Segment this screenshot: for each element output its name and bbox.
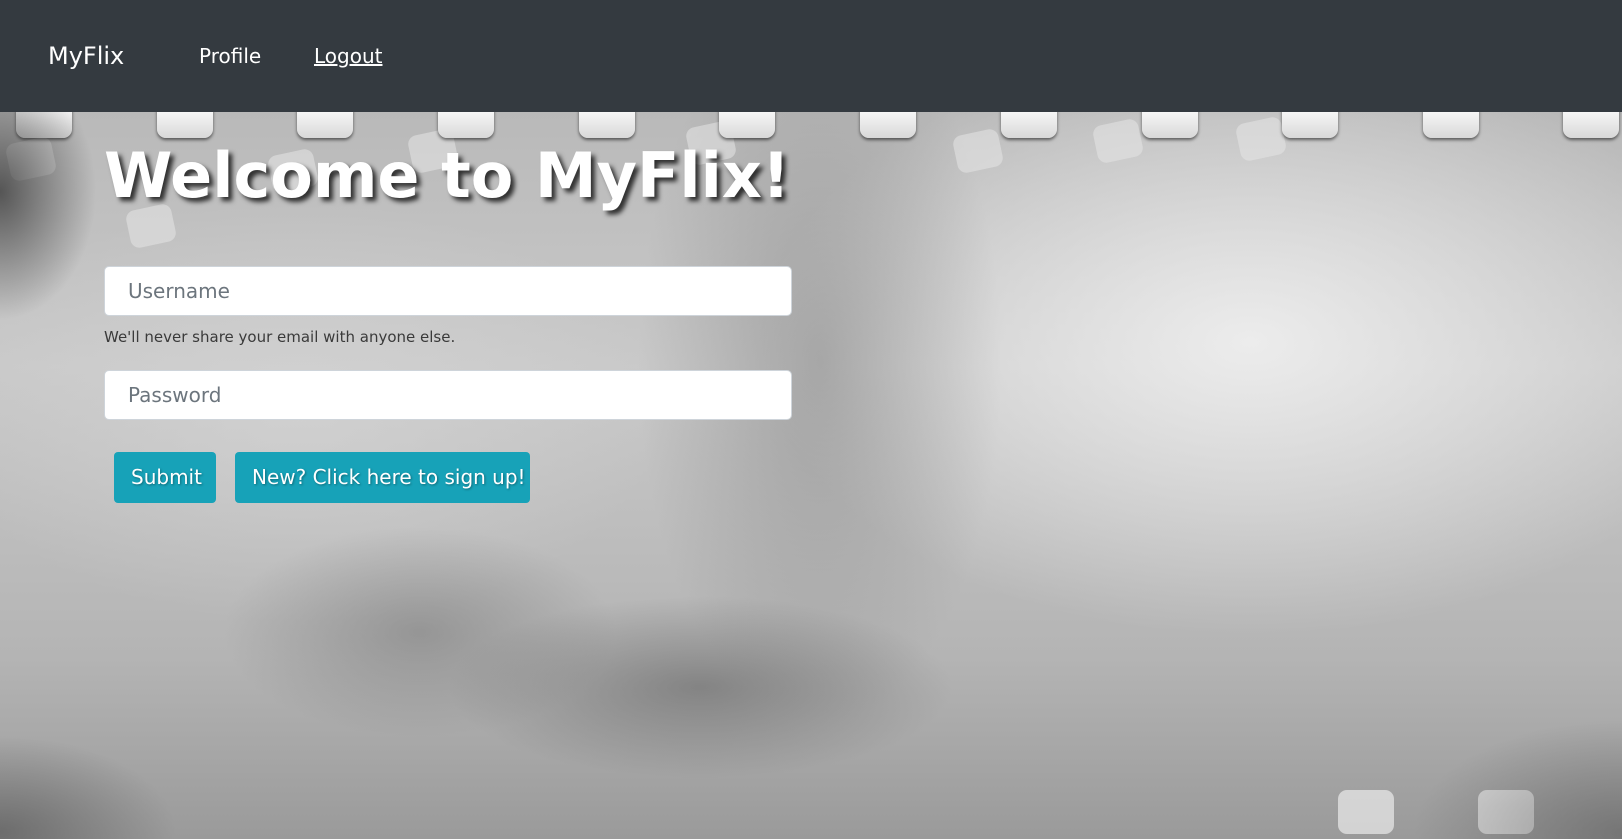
nav-profile-link[interactable]: Profile: [199, 40, 261, 72]
page-title: Welcome to MyFlix!: [104, 139, 791, 212]
brand-link[interactable]: MyFlix: [48, 38, 124, 74]
submit-button[interactable]: Submit: [114, 452, 216, 503]
username-help-text: We'll never share your email with anyone…: [104, 328, 456, 346]
navbar: MyFlix Profile Logout: [0, 0, 1622, 112]
signup-button[interactable]: New? Click here to sign up!: [235, 452, 530, 503]
username-input[interactable]: [104, 266, 792, 316]
password-input[interactable]: [104, 370, 792, 420]
nav-logout-link[interactable]: Logout: [314, 40, 382, 72]
